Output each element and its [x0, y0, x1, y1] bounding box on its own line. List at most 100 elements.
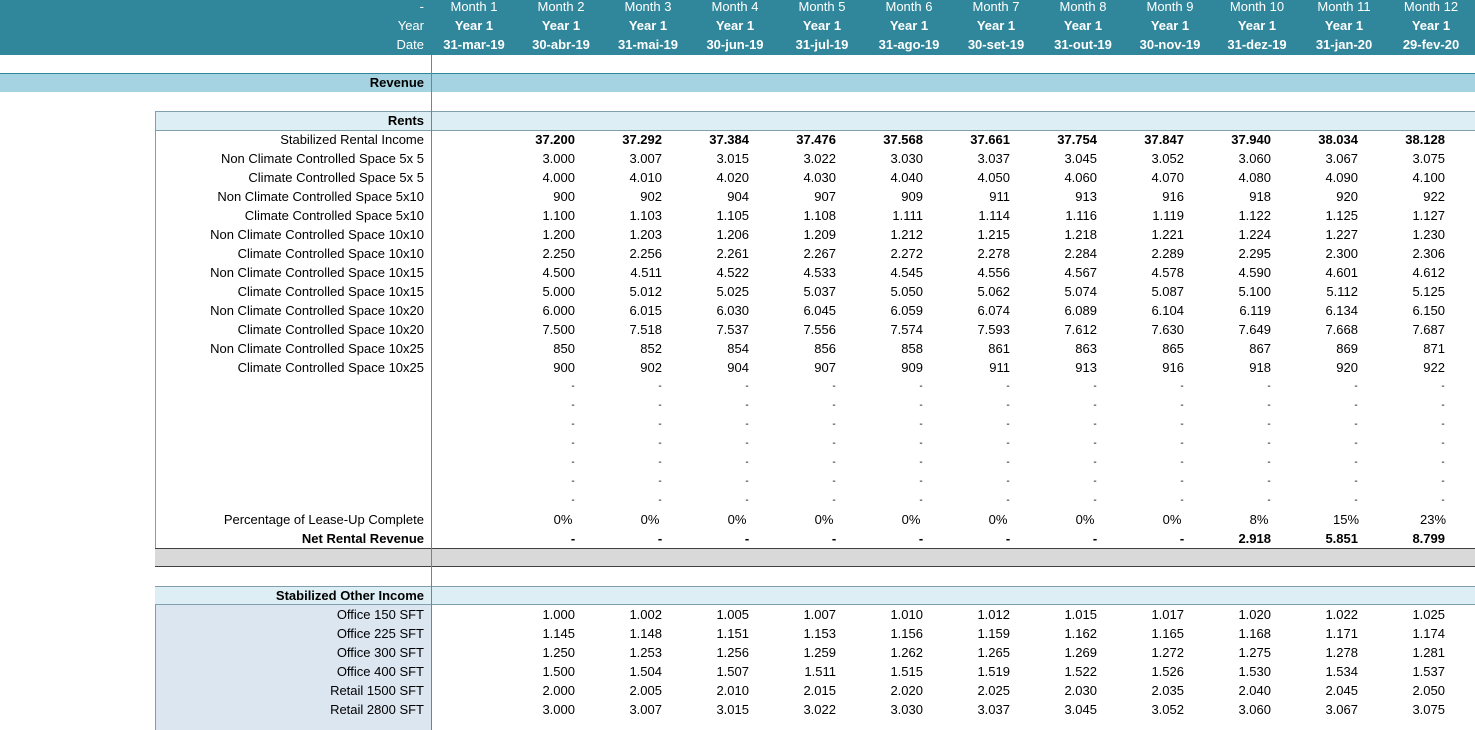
row-value: 3.052	[1151, 702, 1184, 717]
row-value: 1.259	[803, 645, 836, 660]
date-header: 31-out-19	[1054, 37, 1112, 52]
row-value: -	[1441, 476, 1445, 487]
row-value: 1.511	[804, 664, 836, 679]
row-value: -	[1354, 457, 1358, 468]
row-value: 1.119	[1152, 208, 1184, 223]
year-header: Year 1	[715, 18, 755, 33]
row-label: Climate Controlled Space 10x25	[237, 360, 424, 375]
row-value: -	[1441, 381, 1445, 392]
row-value: 15%	[1332, 512, 1360, 527]
row-value: 4.000	[542, 170, 575, 185]
row-value: -	[1005, 531, 1011, 546]
row-value: -	[1093, 495, 1097, 506]
row-value: 904	[727, 360, 749, 375]
row-value: 1.002	[629, 607, 662, 622]
date-header: 30-nov-19	[1139, 37, 1201, 52]
row-value: 1.012	[977, 607, 1010, 622]
row-value: 1.007	[803, 607, 836, 622]
row-value: -	[1006, 438, 1010, 449]
row-value: 3.015	[716, 702, 749, 717]
row-value: 0%	[1162, 512, 1182, 527]
row-value: -	[1441, 457, 1445, 468]
row-value: 1.174	[1412, 626, 1445, 641]
row-value: -	[571, 495, 575, 506]
row-value: -	[658, 419, 662, 430]
row-value: 4.010	[629, 170, 662, 185]
row-value: -	[1267, 400, 1271, 411]
row-value: 6.119	[1239, 303, 1271, 318]
row-value: 3.022	[803, 151, 836, 166]
row-value: 7.630	[1151, 322, 1184, 337]
row-value: 2.289	[1151, 246, 1184, 261]
date-header: 30-abr-19	[532, 37, 590, 52]
row-value: 902	[640, 189, 662, 204]
row-value: -	[1354, 476, 1358, 487]
row-value: -	[1267, 381, 1271, 392]
row-value: 4.500	[542, 265, 575, 280]
row-value: -	[919, 457, 923, 468]
row-value: -	[1180, 457, 1184, 468]
row-value: -	[1006, 400, 1010, 411]
row-value: -	[832, 419, 836, 430]
row-value: -	[745, 381, 749, 392]
row-value: 6.150	[1412, 303, 1445, 318]
row-value: 5.087	[1151, 284, 1184, 299]
row-value: 2.030	[1064, 683, 1097, 698]
row-value: 911	[989, 360, 1010, 375]
row-value: 902	[640, 360, 662, 375]
row-label: Retail 1500 SFT	[330, 683, 424, 698]
row-value: 922	[1423, 189, 1445, 204]
row-value: 2.050	[1412, 683, 1445, 698]
row-value: 2.278	[977, 246, 1010, 261]
row-value: 1.145	[542, 626, 575, 641]
row-value: 5.074	[1064, 284, 1097, 299]
row-value: 37.384	[709, 132, 749, 147]
row-value: 4.511	[630, 265, 662, 280]
row-value: -	[919, 476, 923, 487]
month-header: Month 1	[450, 0, 498, 14]
row-value: -	[1354, 400, 1358, 411]
row-value: -	[1179, 531, 1185, 546]
row-value: 1.218	[1064, 227, 1097, 242]
row-value: -	[1093, 400, 1097, 411]
row-value: -	[1093, 438, 1097, 449]
row-value: -	[1092, 531, 1098, 546]
row-value: -	[832, 495, 836, 506]
row-value: 920	[1336, 360, 1358, 375]
row-value: 3.030	[890, 702, 923, 717]
row-value: 2.005	[629, 683, 662, 698]
row-value: 3.067	[1325, 702, 1358, 717]
year-header: Year 1	[454, 18, 494, 33]
row-value: 4.567	[1064, 265, 1097, 280]
row-value: -	[1180, 495, 1184, 506]
row-value: -	[658, 400, 662, 411]
row-value: -	[1006, 495, 1010, 506]
rents-title: Rents	[387, 113, 424, 128]
row-value: 1.200	[542, 227, 575, 242]
row-value: 3.075	[1412, 151, 1445, 166]
row-value: -	[745, 476, 749, 487]
row-value: 4.100	[1412, 170, 1445, 185]
row-value: -	[1441, 400, 1445, 411]
row-value: -	[571, 419, 575, 430]
row-value: -	[919, 381, 923, 392]
row-value: 3.037	[977, 151, 1010, 166]
row-value: 8%	[1249, 512, 1269, 527]
month-header: Month 6	[885, 0, 933, 14]
row-value: -	[1267, 495, 1271, 506]
row-value: 858	[901, 341, 923, 356]
row-label: Office 150 SFT	[336, 607, 424, 622]
row-value: 2.306	[1412, 246, 1445, 261]
row-value: 4.070	[1151, 170, 1184, 185]
row-label: Climate Controlled Space 5x 5	[248, 170, 424, 185]
row-value: -	[832, 381, 836, 392]
row-value: -	[1006, 381, 1010, 392]
row-value: 907	[814, 360, 836, 375]
row-value: 2.250	[542, 246, 575, 261]
row-value: 2.025	[977, 683, 1010, 698]
row-value: -	[1267, 438, 1271, 449]
row-value: -	[745, 419, 749, 430]
row-value: -	[1354, 438, 1358, 449]
row-value: 3.000	[542, 702, 575, 717]
row-value: 1.262	[890, 645, 923, 660]
